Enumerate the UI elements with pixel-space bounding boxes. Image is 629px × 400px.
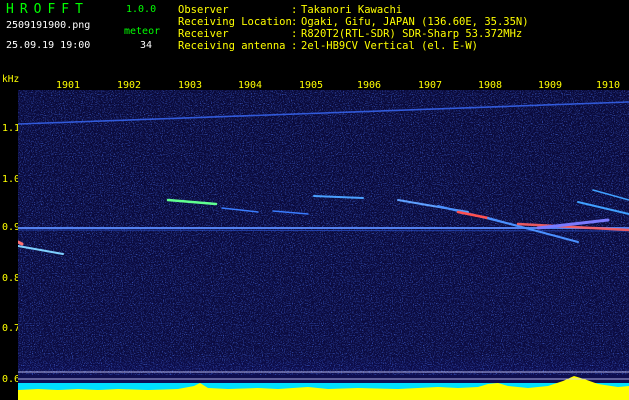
info-separator: : <box>291 16 298 28</box>
y-axis-unit: kHz <box>2 74 20 85</box>
info-key: Receiver <box>178 28 229 40</box>
info-separator: : <box>291 28 298 40</box>
meteor-label: meteor <box>124 26 161 37</box>
meteor-trace <box>18 240 24 246</box>
filename-label: 2509191900.png <box>6 20 91 31</box>
app-title: HROFFT <box>6 2 89 17</box>
noise-speckle <box>18 90 629 375</box>
info-value: Takanori Kawachi <box>301 4 403 16</box>
info-separator: : <box>291 4 298 16</box>
info-separator: : <box>291 40 298 52</box>
app-version: 1.0.0 <box>126 4 157 15</box>
spectrogram-plot <box>18 90 629 400</box>
datetime-label: 25.09.19 19:00 <box>6 40 91 51</box>
header-panel: HROFFT 1.0.0 2509191900.png meteor 25.09… <box>0 0 629 75</box>
info-value: Ogaki, Gifu, JAPAN (136.60E, 35.35N) <box>301 16 529 28</box>
info-value: R820T2(RTL-SDR) SDR-Sharp 53.372MHz <box>301 28 523 40</box>
info-key: Receiving Location <box>178 16 292 28</box>
info-key: Observer <box>178 4 229 16</box>
info-value: 2el-HB9CV Vertical (el. E-W) <box>301 40 479 52</box>
info-key: Receiving antenna <box>178 40 286 52</box>
meteor-count: 34 <box>140 40 153 51</box>
